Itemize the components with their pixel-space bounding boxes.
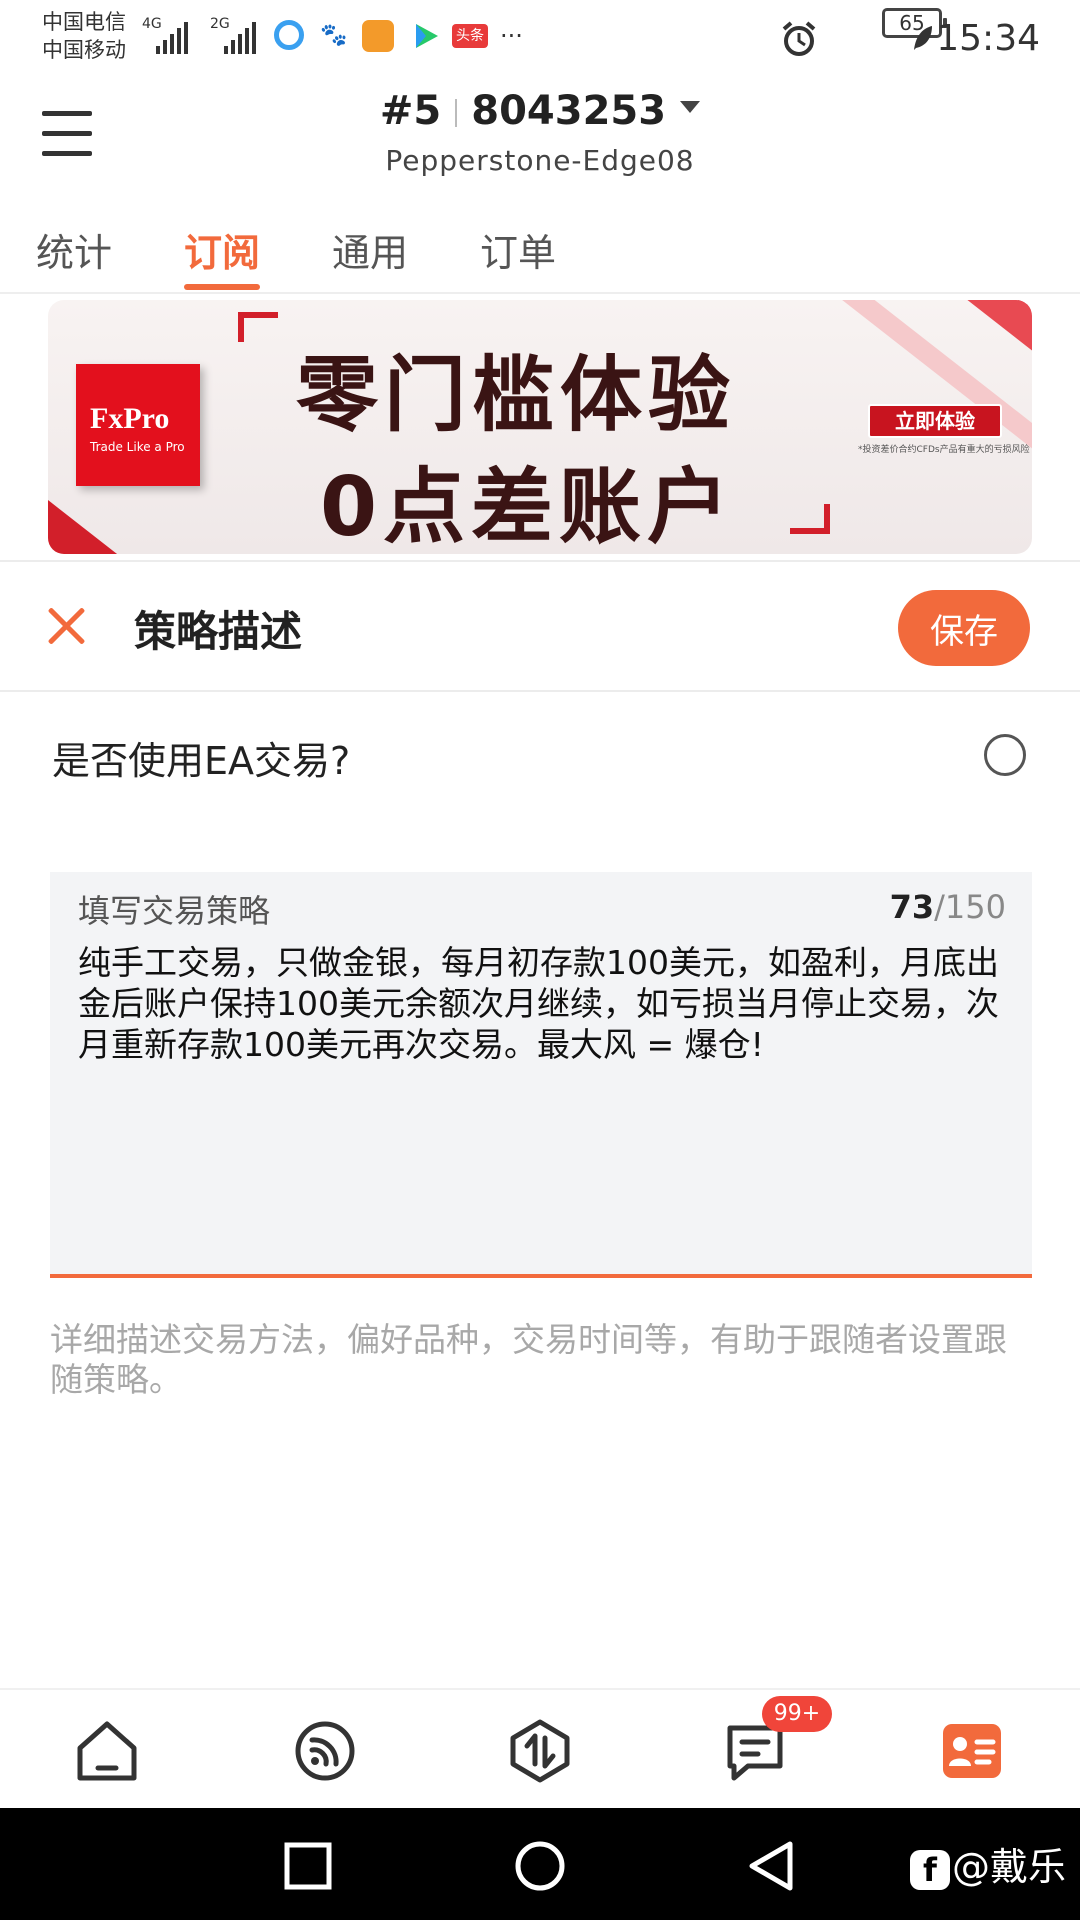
chevron-down-icon <box>680 101 701 113</box>
banner-risk-note: *投资差价合约CFDs产品有重大的亏损风险 <box>858 445 1030 455</box>
banner-cta-button[interactable]: 立即体验 <box>868 404 1002 438</box>
tab-general[interactable]: 通用 <box>332 222 408 277</box>
video-app-icon <box>410 20 442 52</box>
baidu-app-icon: 🐾 <box>318 20 350 52</box>
leaf-icon <box>914 26 932 50</box>
tab-subscription[interactable]: 订阅 <box>184 222 260 277</box>
server-name: Pepperstone-Edge08 <box>385 144 695 177</box>
tab-stats[interactable]: 统计 <box>36 222 112 277</box>
tab-bar: 统计 订阅 通用 订单 <box>0 210 1080 294</box>
trade-icon[interactable] <box>505 1716 575 1786</box>
bottom-nav <box>0 1688 1080 1808</box>
system-nav-bar: f @戴乐 <box>0 1808 1080 1920</box>
browser-app-icon <box>274 20 304 50</box>
char-counter: 73/150 <box>890 888 1006 926</box>
home-icon[interactable] <box>72 1716 142 1786</box>
watermark-logo-icon: f <box>909 1849 950 1890</box>
ea-question-label: 是否使用EA交易? <box>52 739 351 783</box>
bracket-close <box>790 504 830 534</box>
ad-banner[interactable]: FxPro Trade Like a Pro 零门槛体验 0点差账户 立即体验 … <box>48 300 1032 554</box>
account-index: #5 <box>379 88 442 134</box>
watermark-text: @戴乐 <box>951 1845 1066 1889</box>
signal-icon[interactable] <box>290 1716 360 1786</box>
carrier-1: 中国电信 <box>42 10 126 34</box>
strategy-hint: 详细描述交易方法，偏好品种，交易时间等，有助于跟随者设置跟随策略。 <box>50 1320 1007 1399</box>
carrier-names: 中国电信 中国移动 <box>42 8 126 64</box>
home-circle-icon[interactable] <box>512 1838 568 1894</box>
logo-tagline: Trade Like a Pro <box>90 440 185 454</box>
back-icon[interactable] <box>744 1838 800 1894</box>
carrier-2: 中国移动 <box>42 38 126 62</box>
watermark: f @戴乐 <box>909 1836 1066 1891</box>
toutiao-app-icon: 头条 <box>452 24 488 48</box>
strategy-textarea[interactable]: 填写交易策略 73/150 纯手工交易，只做金银，每月初存款100美元，如盈利，… <box>50 872 1032 1278</box>
clock: 15:34 <box>936 18 1040 59</box>
banner-headline-2: 0点差账户 <box>320 460 736 554</box>
more-notifications-icon: ··· <box>500 22 523 50</box>
bracket-open <box>238 312 278 342</box>
divider <box>0 560 1080 562</box>
strategy-label: 填写交易策略 <box>78 892 271 930</box>
divider <box>0 690 1080 692</box>
profile-icon[interactable] <box>937 1716 1007 1786</box>
message-badge: 99+ <box>762 1696 832 1732</box>
fxpro-logo: FxPro Trade Like a Pro <box>76 364 200 486</box>
logo-brand: FxPro <box>90 402 170 435</box>
char-count: 73 <box>889 888 935 926</box>
account-selector[interactable]: #5 8043253 <box>0 88 1080 134</box>
char-max: /150 <box>934 888 1006 926</box>
tab-orders[interactable]: 订单 <box>480 222 556 277</box>
account-number: 8043253 <box>471 88 667 134</box>
banner-headline-1: 零门槛体验 <box>296 348 737 443</box>
active-tab-indicator <box>184 284 260 290</box>
ea-radio-button[interactable] <box>984 734 1026 776</box>
status-bar: 中国电信 中国移动 4G 2G 🐾 头条 ··· 65 15:34 <box>42 8 1040 64</box>
recent-apps-icon[interactable] <box>280 1838 336 1894</box>
hand-app-icon <box>362 20 394 52</box>
strategy-text[interactable]: 纯手工交易，只做金银，每月初存款100美元，如盈利，月底出金后账户保持100美元… <box>78 942 1008 1065</box>
close-icon[interactable] <box>44 604 88 648</box>
alarm-icon <box>782 21 816 56</box>
section-title: 策略描述 <box>134 607 303 656</box>
save-button[interactable]: 保存 <box>898 590 1030 666</box>
